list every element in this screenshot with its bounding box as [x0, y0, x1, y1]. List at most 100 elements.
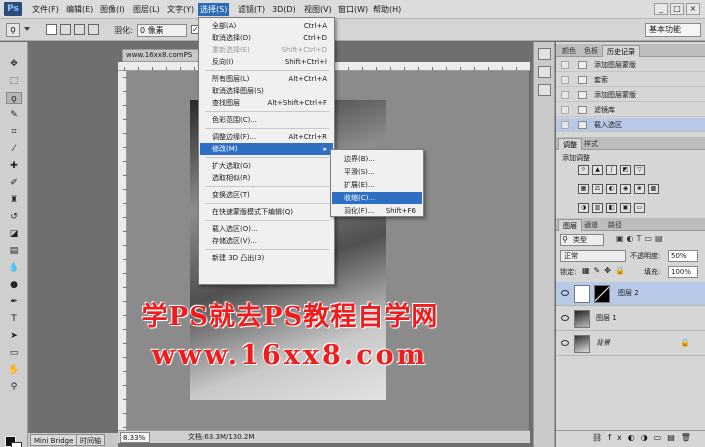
- layer-row[interactable]: 图层 2: [556, 282, 705, 306]
- menu-edit[interactable]: 编辑(E): [64, 3, 95, 16]
- vibrance-icon[interactable]: ▽: [634, 165, 645, 175]
- exposure-icon[interactable]: ◩: [620, 165, 631, 175]
- lasso-preset-icon[interactable]: ϙ: [6, 23, 20, 37]
- gradient-tool-icon[interactable]: ▤: [6, 245, 22, 257]
- select-menu-item[interactable]: 重新选择(E) Shift+Ctrl+D: [200, 44, 333, 56]
- layer-filter-icons[interactable]: ▣◐T▭▤: [616, 234, 696, 246]
- tab-channels[interactable]: 通道: [580, 219, 602, 231]
- modify-menu-item[interactable]: 扩展(E)...: [332, 179, 422, 191]
- select-menu-item[interactable]: 扩大选取(G): [200, 160, 333, 172]
- history-item[interactable]: 套索: [556, 73, 705, 87]
- tab-styles[interactable]: 样式: [580, 138, 602, 150]
- visibility-eye-icon[interactable]: [561, 290, 569, 296]
- menu-file[interactable]: 文件(F): [30, 3, 61, 16]
- subtract-selection-icon[interactable]: [74, 24, 85, 35]
- levels-icon[interactable]: ▲: [592, 165, 603, 175]
- menu-type[interactable]: 文字(Y): [165, 3, 196, 16]
- blend-mode-select[interactable]: 正常: [560, 250, 626, 262]
- black-white-icon[interactable]: ◐: [606, 184, 617, 194]
- dock-history-icon[interactable]: [538, 66, 551, 78]
- minimize-button[interactable]: _: [654, 3, 668, 15]
- hue-saturation-icon[interactable]: ▦: [578, 184, 589, 194]
- visibility-eye-icon[interactable]: [561, 340, 569, 346]
- type-tool-icon[interactable]: T: [6, 313, 22, 325]
- color-balance-icon[interactable]: ⚖: [592, 184, 603, 194]
- select-menu-item[interactable]: 色彩范围(C)...: [200, 114, 333, 126]
- select-menu-item[interactable]: 反向(I) Shift+Ctrl+I: [200, 56, 333, 68]
- menu-view[interactable]: 视图(V): [302, 3, 334, 16]
- gradient-map-icon[interactable]: ▭: [634, 203, 645, 213]
- dock-info-icon[interactable]: [538, 84, 551, 96]
- crop-tool-icon[interactable]: ⌗: [6, 126, 22, 138]
- hand-tool-icon[interactable]: ✋: [6, 364, 22, 376]
- selective-color-icon[interactable]: ▣: [620, 203, 631, 213]
- eyedropper-tool-icon[interactable]: ⁄: [6, 143, 22, 155]
- lasso-tool-icon[interactable]: ϙ: [6, 92, 22, 104]
- curves-icon[interactable]: ∫: [606, 165, 617, 175]
- menu-filter[interactable]: 滤镜(T): [236, 3, 267, 16]
- select-menu-item[interactable]: 全部(A) Ctrl+A: [200, 20, 333, 32]
- document-tab[interactable]: www.16xx8.comPS: [122, 49, 208, 62]
- tab-timeline[interactable]: 时间轴: [76, 434, 105, 446]
- menu-layer[interactable]: 图层(L): [131, 3, 162, 16]
- posterize-icon[interactable]: ▥: [592, 203, 603, 213]
- move-tool-icon[interactable]: ✥: [6, 58, 22, 70]
- tab-adjustments[interactable]: 调整: [558, 138, 582, 150]
- select-menu-item[interactable]: 新建 3D 凸出(3): [200, 252, 333, 264]
- menu-window[interactable]: 窗口(W): [336, 3, 370, 16]
- zoom-field[interactable]: 8.33%: [120, 432, 150, 443]
- fill-input[interactable]: 100%: [668, 266, 698, 278]
- dock-color-icon[interactable]: [538, 48, 551, 60]
- select-menu-item[interactable]: 所有图层(L) Alt+Ctrl+A: [200, 73, 333, 85]
- stamp-tool-icon[interactable]: ♜: [6, 194, 22, 206]
- modify-menu-item[interactable]: 边界(B)...: [332, 153, 422, 165]
- select-menu-item[interactable]: 取消选择图层(S): [200, 85, 333, 97]
- layers-panel-footer[interactable]: ⛓fx◐◑▭▤🗑: [556, 430, 705, 444]
- layer-row[interactable]: 图层 1: [556, 307, 705, 331]
- lock-icons[interactable]: ▦✎✥🔒: [582, 266, 642, 278]
- select-menu-item[interactable]: 取消选择(D) Ctrl+D: [200, 32, 333, 44]
- menu-3d[interactable]: 3D(D): [270, 3, 298, 16]
- modify-menu-item[interactable]: 收缩(C)...: [332, 192, 422, 204]
- tab-history[interactable]: 历史记录: [602, 45, 640, 57]
- shape-tool-icon[interactable]: ▭: [6, 347, 22, 359]
- path-select-tool-icon[interactable]: ➤: [6, 330, 22, 342]
- menu-image[interactable]: 图像(I): [98, 3, 127, 16]
- history-brush-tool-icon[interactable]: ↺: [6, 211, 22, 223]
- modify-menu-item[interactable]: 羽化(F)... Shift+F6: [332, 205, 422, 217]
- threshold-icon[interactable]: ◧: [606, 203, 617, 213]
- close-button[interactable]: ×: [686, 3, 700, 15]
- select-menu-item[interactable]: 在快速蒙版模式下编辑(Q): [200, 206, 333, 218]
- new-selection-icon[interactable]: [46, 24, 57, 35]
- photo-filter-icon[interactable]: ◉: [620, 184, 631, 194]
- maximize-button[interactable]: □: [670, 3, 684, 15]
- dodge-tool-icon[interactable]: ●: [6, 279, 22, 291]
- background-color-swatch[interactable]: [11, 442, 22, 447]
- select-menu-item[interactable]: 载入选区(O)...: [200, 223, 333, 235]
- channel-mixer-icon[interactable]: ❀: [634, 184, 645, 194]
- visibility-eye-icon[interactable]: [561, 315, 569, 321]
- pen-tool-icon[interactable]: ✒: [6, 296, 22, 308]
- history-item[interactable]: 添加图层蒙版: [556, 58, 705, 72]
- brightness-icon[interactable]: ☼: [578, 165, 589, 175]
- select-menu-item[interactable]: 选取相似(R): [200, 172, 333, 184]
- workspace-select[interactable]: 基本功能: [645, 23, 701, 37]
- select-menu-item[interactable]: 修改(M) ▸: [200, 143, 333, 155]
- intersect-selection-icon[interactable]: [88, 24, 99, 35]
- select-menu-item[interactable]: 变换选区(T): [200, 189, 333, 201]
- menu-select[interactable]: 选择(S): [198, 3, 230, 16]
- zoom-tool-icon[interactable]: ⚲: [6, 381, 22, 393]
- select-menu-item[interactable]: 调整边缘(F)... Alt+Ctrl+R: [200, 131, 333, 143]
- invert-icon[interactable]: ◑: [578, 203, 589, 213]
- feather-input[interactable]: 0 像素: [137, 24, 187, 37]
- eraser-tool-icon[interactable]: ◪: [6, 228, 22, 240]
- select-menu-item[interactable]: 查找图层 Alt+Shift+Ctrl+F: [200, 97, 333, 109]
- tab-layers[interactable]: 图层: [558, 219, 582, 231]
- history-item[interactable]: 滤镜库: [556, 103, 705, 117]
- history-item[interactable]: 添加图层蒙版: [556, 88, 705, 102]
- tab-paths[interactable]: 路径: [604, 219, 626, 231]
- tab-swatches[interactable]: 色板: [580, 45, 602, 57]
- add-selection-icon[interactable]: [60, 24, 71, 35]
- tab-mini-bridge[interactable]: Mini Bridge: [30, 434, 78, 446]
- healing-tool-icon[interactable]: ✚: [6, 160, 22, 172]
